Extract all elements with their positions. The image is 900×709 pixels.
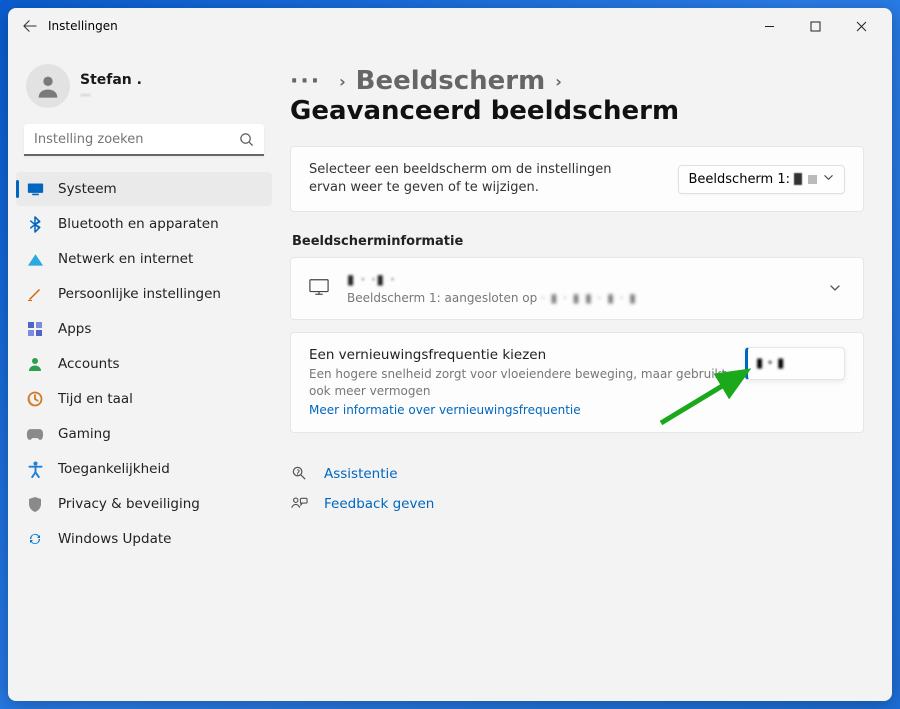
breadcrumb-more[interactable]: ··· <box>290 69 321 94</box>
chevron-down-icon <box>825 279 845 298</box>
sidebar-item-label: Toegankelijkheid <box>58 461 170 477</box>
square-icon <box>808 175 817 184</box>
sidebar-item-label: Netwerk en internet <box>58 251 193 267</box>
close-icon <box>856 21 867 32</box>
sidebar-item-label: Apps <box>58 321 91 337</box>
sidebar-item-network[interactable]: Netwerk en internet <box>16 242 272 276</box>
search-icon <box>239 132 254 151</box>
breadcrumb-prev[interactable]: Beeldscherm <box>356 66 546 96</box>
refresh-rate-card: Een vernieuwingsfrequentie kiezen Een ho… <box>290 332 864 432</box>
main-content: ··· › Beeldscherm › Geavanceerd beeldsch… <box>280 44 892 701</box>
back-button[interactable] <box>16 12 44 40</box>
network-icon <box>26 250 44 268</box>
sidebar: Stefan . — Systeem Bluetooth en apparaten… <box>8 44 280 701</box>
sidebar-item-label: Gaming <box>58 426 111 442</box>
sidebar-item-accounts[interactable]: Accounts <box>16 347 272 381</box>
settings-window: Instellingen Stefan . — <box>8 8 892 701</box>
section-display-info: Beeldscherminformatie <box>292 234 864 249</box>
chevron-right-icon: › <box>339 72 346 91</box>
sidebar-item-label: Persoonlijke instellingen <box>58 286 221 302</box>
redacted-icon <box>794 173 802 185</box>
gaming-icon <box>26 425 44 443</box>
refresh-more-link[interactable]: Meer informatie over vernieuwingsfrequen… <box>309 403 581 417</box>
avatar <box>26 64 70 108</box>
intro-text: Selecteer een beeldscherm om de instelli… <box>309 161 639 197</box>
sidebar-item-label: Privacy & beveiliging <box>58 496 200 512</box>
maximize-button[interactable] <box>792 10 838 42</box>
assist-label: Assistentie <box>324 466 398 482</box>
search-box <box>24 124 264 156</box>
help-links: Assistentie Feedback geven <box>290 459 864 519</box>
sidebar-item-label: Bluetooth en apparaten <box>58 216 219 232</box>
close-button[interactable] <box>838 10 884 42</box>
window-title: Instellingen <box>48 19 118 33</box>
sidebar-item-gaming[interactable]: Gaming <box>16 417 272 451</box>
minimize-button[interactable] <box>746 10 792 42</box>
feedback-link[interactable]: Feedback geven <box>290 489 864 519</box>
refresh-desc: Een hogere snelheid zorgt voor vloeiende… <box>309 366 745 398</box>
monitor-icon <box>309 278 329 300</box>
privacy-icon <box>26 495 44 513</box>
chevron-down-icon <box>823 172 834 187</box>
sidebar-item-apps[interactable]: Apps <box>16 312 272 346</box>
arrow-left-icon <box>23 19 37 33</box>
sidebar-item-label: Windows Update <box>58 531 171 547</box>
sidebar-item-personal[interactable]: Persoonlijke instellingen <box>16 277 272 311</box>
assist-link[interactable]: Assistentie <box>290 459 864 489</box>
minimize-icon <box>764 21 775 32</box>
display-select[interactable]: Beeldscherm 1: <box>678 165 846 194</box>
refresh-rate-select[interactable]: ▮ · ▮ <box>745 347 845 380</box>
feedback-icon <box>290 495 308 513</box>
display-info-card[interactable]: ▮ · ·▮ · Beeldscherm 1: aangesloten op ·… <box>290 257 864 320</box>
sidebar-item-label: Tijd en taal <box>58 391 133 407</box>
bluetooth-icon <box>26 215 44 233</box>
titlebar: Instellingen <box>8 8 892 44</box>
sidebar-item-time[interactable]: Tijd en taal <box>16 382 272 416</box>
time-icon <box>26 390 44 408</box>
nav-list: Systeem Bluetooth en apparaten Netwerk en … <box>16 172 272 557</box>
display-selector-card: Selecteer een beeldscherm om de instelli… <box>290 146 864 212</box>
display-model: ▮ · ·▮ · <box>347 272 825 288</box>
sidebar-item-label: Systeem <box>58 181 117 197</box>
feedback-label: Feedback geven <box>324 496 434 512</box>
accounts-icon <box>26 355 44 373</box>
profile-block[interactable]: Stefan . — <box>16 56 272 124</box>
sidebar-item-update[interactable]: Windows Update <box>16 522 272 556</box>
person-icon <box>34 72 62 100</box>
system-icon <box>26 180 44 198</box>
display-select-label: Beeldscherm 1: <box>689 172 791 187</box>
display-connection: Beeldscherm 1: aangesloten op · ▮ · ▮ ▮ … <box>347 291 825 305</box>
search-input[interactable] <box>24 124 264 156</box>
update-icon <box>26 530 44 548</box>
personal-icon <box>26 285 44 303</box>
apps-icon <box>26 320 44 338</box>
breadcrumb-current: Geavanceerd beeldscherm <box>290 96 679 126</box>
sidebar-item-bluetooth[interactable]: Bluetooth en apparaten <box>16 207 272 241</box>
profile-sub: — <box>80 88 142 101</box>
maximize-icon <box>810 21 821 32</box>
refresh-rate-value: ▮ · ▮ <box>756 356 784 371</box>
breadcrumb: ··· › Beeldscherm › Geavanceerd beeldsch… <box>290 66 864 126</box>
assist-icon <box>290 465 308 483</box>
chevron-right-icon: › <box>555 72 562 91</box>
sidebar-item-system[interactable]: Systeem <box>16 172 272 206</box>
profile-name: Stefan . <box>80 72 142 88</box>
sidebar-item-access[interactable]: Toegankelijkheid <box>16 452 272 486</box>
refresh-title: Een vernieuwingsfrequentie kiezen <box>309 347 745 363</box>
sidebar-item-privacy[interactable]: Privacy & beveiliging <box>16 487 272 521</box>
sidebar-item-label: Accounts <box>58 356 120 372</box>
access-icon <box>26 460 44 478</box>
